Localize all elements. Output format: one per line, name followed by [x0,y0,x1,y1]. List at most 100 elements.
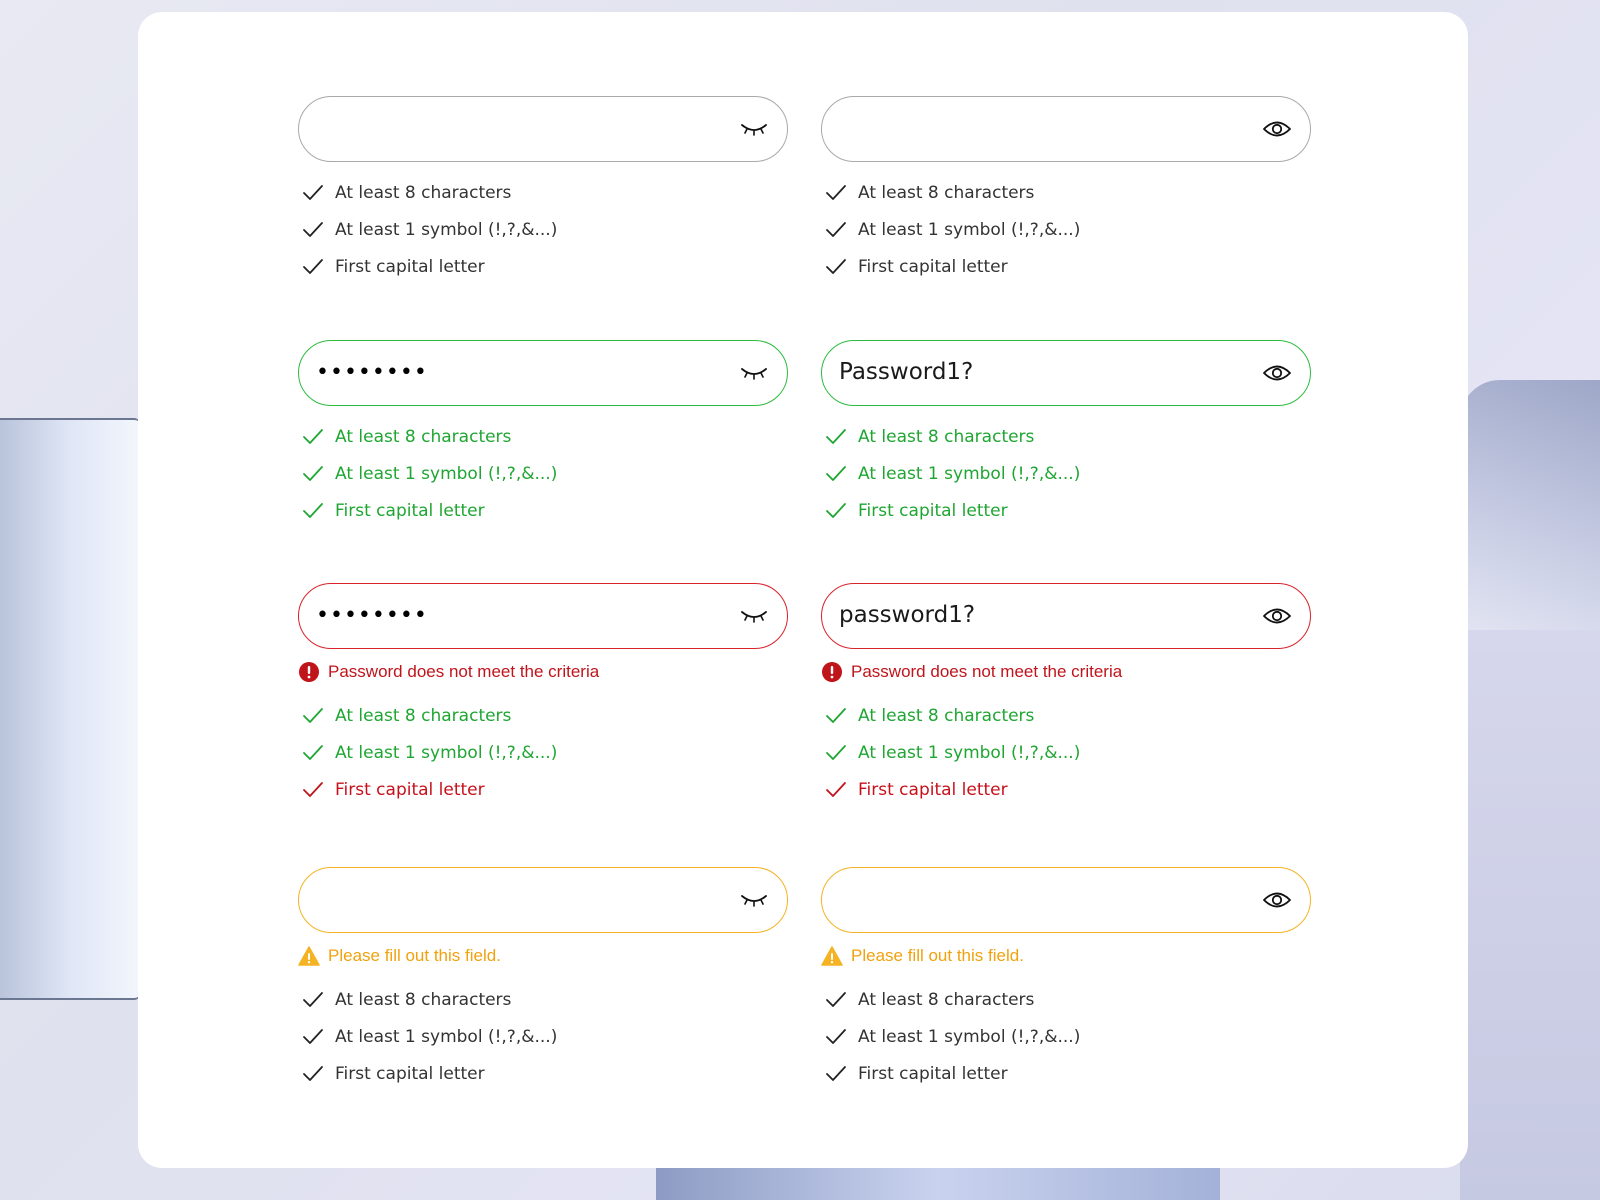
message-text: Password does not meet the criteria [328,662,600,681]
background-shape-left [0,418,140,1000]
password-input[interactable] [298,867,788,933]
checkmark-icon [825,500,847,522]
checkmark-icon [825,705,847,727]
password-field-block: At least 8 characters At least 1 symbol (… [821,96,1311,286]
criteria-item-length: At least 8 characters [821,697,1311,734]
checkmark-icon [825,989,847,1011]
criteria-item-symbol: At least 1 symbol (!,?,&...) [298,455,788,492]
password-input[interactable] [821,96,1311,162]
criteria-label: First capital letter [335,257,485,278]
criteria-item-symbol: At least 1 symbol (!,?,&...) [821,455,1311,492]
password-field-block: Password1? At least 8 characters At least … [821,340,1311,530]
message-text: Password does not meet the criteria [851,662,1123,681]
criteria-item-capital: First capital letter [298,493,788,530]
criteria-item-symbol: At least 1 symbol (!,?,&...) [298,211,788,248]
password-value: •••••••• [316,360,428,385]
password-field-block: •••••••• Password does not meet the crite… [298,583,788,809]
error-message: Password does not meet the criteria [821,661,1311,683]
password-input[interactable]: Password1? [821,340,1311,406]
criteria-label: At least 8 characters [858,705,1035,726]
password-field-block: Please fill out this field. At least 8 ch… [298,867,788,1093]
error-message: Password does not meet the criteria [298,661,788,683]
checkmark-icon [302,500,324,522]
criteria-label: First capital letter [858,501,1008,522]
password-field-block: At least 8 characters At least 1 symbol (… [298,96,788,286]
password-value: •••••••• [316,603,428,628]
criteria-item-capital: First capital letter [298,1056,788,1093]
criteria-label: At least 1 symbol (!,?,&...) [858,1026,1081,1047]
password-value: password1? [839,602,976,628]
criteria-item-length: At least 8 characters [298,697,788,734]
checkmark-icon [825,463,847,485]
eye-open-icon[interactable] [1260,356,1294,390]
criteria-label: First capital letter [858,780,1008,801]
checkmark-icon [302,1026,324,1048]
checkmark-icon [302,742,324,764]
criteria-label: At least 8 characters [335,426,512,447]
password-input[interactable]: •••••••• [298,583,788,649]
criteria-item-symbol: At least 1 symbol (!,?,&...) [821,1018,1311,1055]
checkmark-icon [302,256,324,278]
checkmark-icon [825,219,847,241]
criteria-label: First capital letter [335,780,485,801]
criteria-label: At least 8 characters [335,705,512,726]
message-text: Please fill out this field. [328,946,501,965]
background-shape-right-lower [1460,630,1600,1200]
eye-open-icon[interactable] [1260,112,1294,146]
criteria-label: At least 8 characters [335,989,512,1010]
criteria-list: At least 8 characters At least 1 symbol (… [821,981,1311,1093]
criteria-label: First capital letter [335,1064,485,1085]
background-shape-right [1460,380,1600,630]
criteria-item-symbol: At least 1 symbol (!,?,&...) [821,211,1311,248]
criteria-label: First capital letter [858,257,1008,278]
checkmark-icon [302,989,324,1011]
password-field-block: password1? Password does not meet the cri… [821,583,1311,809]
checkmark-icon [302,426,324,448]
criteria-list: At least 8 characters At least 1 symbol (… [298,697,788,809]
warning-message: Please fill out this field. [298,945,788,967]
error-circle-icon [821,661,843,683]
error-circle-icon [298,661,320,683]
checkmark-icon [825,426,847,448]
criteria-item-length: At least 8 characters [298,981,788,1018]
criteria-item-symbol: At least 1 symbol (!,?,&...) [821,734,1311,771]
criteria-label: At least 1 symbol (!,?,&...) [858,463,1081,484]
eye-closed-icon[interactable] [737,356,771,390]
message-text: Please fill out this field. [851,946,1024,965]
criteria-item-capital: First capital letter [298,772,788,809]
criteria-label: At least 8 characters [858,426,1035,447]
criteria-label: At least 1 symbol (!,?,&...) [335,463,558,484]
checkmark-icon [302,705,324,727]
criteria-list: At least 8 characters At least 1 symbol (… [298,981,788,1093]
password-input[interactable] [821,867,1311,933]
criteria-item-capital: First capital letter [821,249,1311,286]
criteria-item-length: At least 8 characters [821,174,1311,211]
password-input[interactable]: •••••••• [298,340,788,406]
criteria-label: At least 1 symbol (!,?,&...) [858,219,1081,240]
eye-open-icon[interactable] [1260,599,1294,633]
eye-closed-icon[interactable] [737,883,771,917]
criteria-label: At least 1 symbol (!,?,&...) [335,219,558,240]
criteria-label: At least 8 characters [335,182,512,203]
checkmark-icon [825,742,847,764]
checkmark-icon [302,1063,324,1085]
criteria-item-capital: First capital letter [821,772,1311,809]
eye-closed-icon[interactable] [737,599,771,633]
checkmark-icon [825,779,847,801]
criteria-label: At least 8 characters [858,182,1035,203]
criteria-list: At least 8 characters At least 1 symbol (… [821,418,1311,530]
password-input[interactable] [298,96,788,162]
password-field-block: •••••••• At least 8 characters At least 1 … [298,340,788,530]
password-input[interactable]: password1? [821,583,1311,649]
checkmark-icon [302,779,324,801]
eye-open-icon[interactable] [1260,883,1294,917]
criteria-label: At least 1 symbol (!,?,&...) [858,742,1081,763]
checkmark-icon [825,256,847,278]
criteria-item-capital: First capital letter [821,1056,1311,1093]
criteria-label: At least 1 symbol (!,?,&...) [335,1026,558,1047]
criteria-list: At least 8 characters At least 1 symbol (… [821,174,1311,286]
criteria-item-capital: First capital letter [298,249,788,286]
criteria-list: At least 8 characters At least 1 symbol (… [298,174,788,286]
criteria-item-symbol: At least 1 symbol (!,?,&...) [298,734,788,771]
eye-closed-icon[interactable] [737,112,771,146]
